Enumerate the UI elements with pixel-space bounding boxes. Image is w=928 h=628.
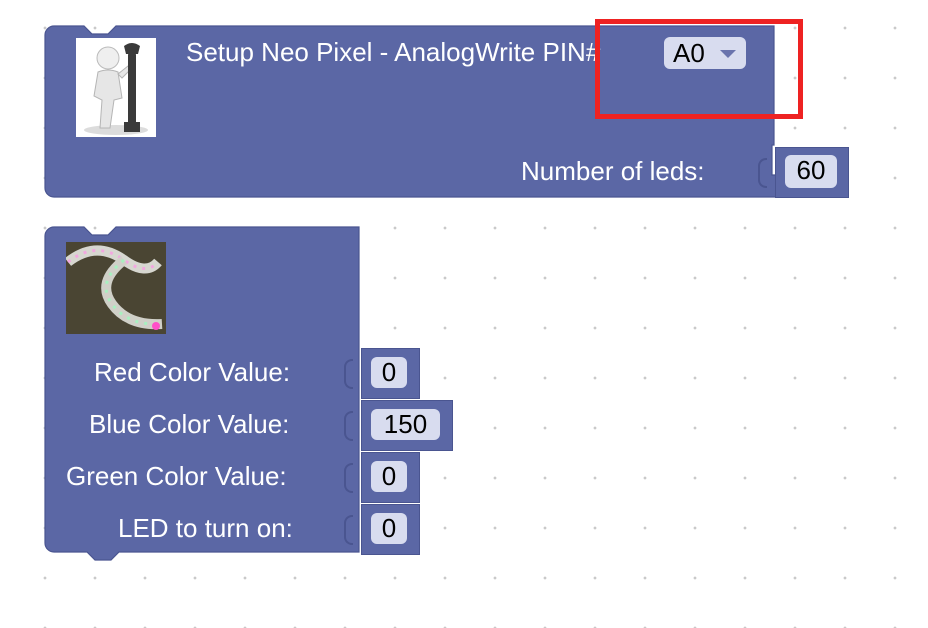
led-number-block[interactable]: 0 xyxy=(361,504,420,555)
setup-block-title: Setup Neo Pixel - AnalogWrite PIN# xyxy=(186,37,601,67)
leds-value-field[interactable]: 60 xyxy=(785,155,837,188)
red-connector xyxy=(344,359,353,389)
blue-value-label: Blue Color Value: xyxy=(89,409,290,439)
wrench-person-icon xyxy=(76,38,156,137)
red-value-field[interactable]: 0 xyxy=(371,357,407,388)
green-connector xyxy=(344,463,353,493)
leds-value-block[interactable]: 60 xyxy=(775,147,849,198)
led-number-connector xyxy=(344,515,353,545)
blue-value-block[interactable]: 150 xyxy=(361,400,453,451)
led-number-field[interactable]: 0 xyxy=(371,513,407,544)
led-number-label: LED to turn on: xyxy=(118,513,293,543)
red-value-block[interactable]: 0 xyxy=(361,348,420,399)
led-strip-image xyxy=(66,242,166,334)
leds-label: Number of leds: xyxy=(521,156,705,186)
highlight-box xyxy=(595,19,803,119)
red-value-label: Red Color Value: xyxy=(94,357,291,387)
green-value-block[interactable]: 0 xyxy=(361,452,420,503)
green-value-label: Green Color Value: xyxy=(66,461,287,491)
green-value-field[interactable]: 0 xyxy=(371,461,407,492)
blue-value-field[interactable]: 150 xyxy=(371,409,440,440)
blue-connector xyxy=(344,411,353,441)
leds-connector xyxy=(758,158,767,188)
